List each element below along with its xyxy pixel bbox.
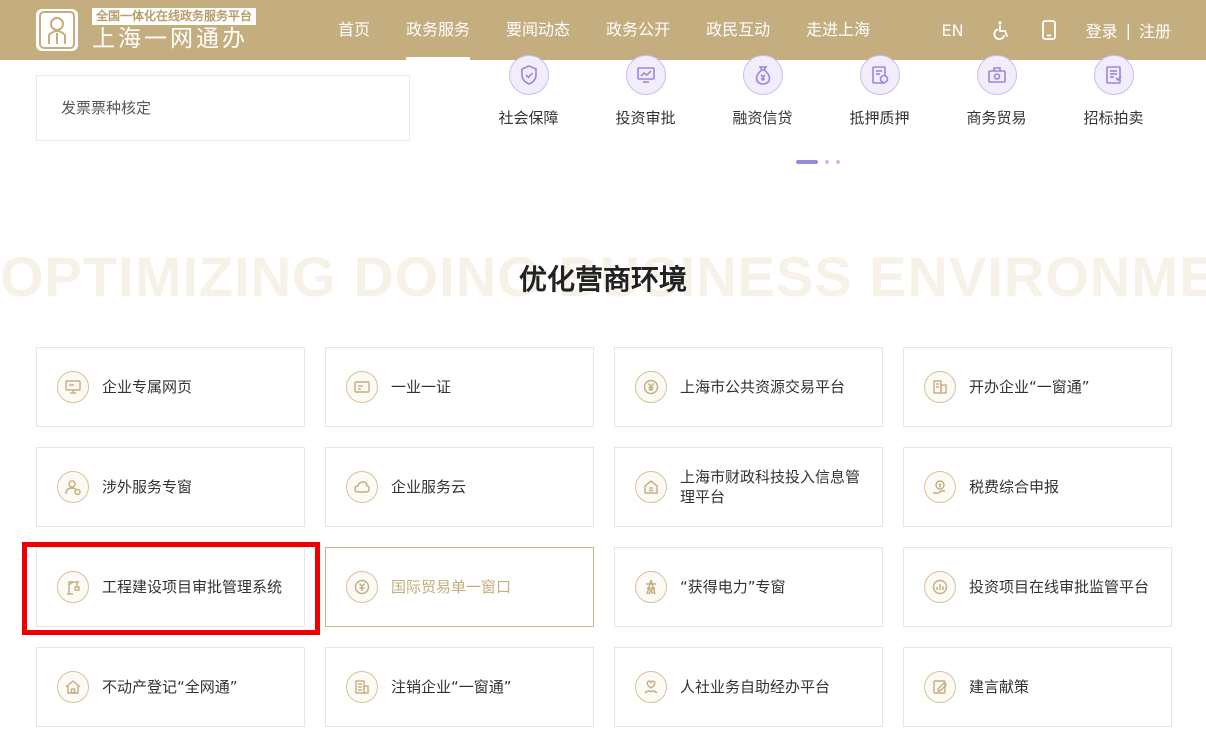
service-label: 开办企业“一窗通”: [969, 378, 1090, 396]
service-card-real-estate-registration[interactable]: 不动产登记“全网通”: [36, 647, 305, 727]
house-document-icon: [635, 471, 667, 503]
service-card-business-deregistration[interactable]: 注销企业“一窗通”: [325, 647, 594, 727]
category-label: 社会保障: [498, 109, 559, 127]
service-card-finance-tech-investment[interactable]: 上海市财政科技投入信息管理平台: [614, 447, 883, 527]
carousel-dot-1[interactable]: [796, 160, 818, 164]
nav-news[interactable]: 要闻动态: [488, 0, 588, 60]
service-card-electricity-access[interactable]: “获得电力”专窗: [614, 547, 883, 627]
service-label: 税费综合申报: [969, 478, 1060, 496]
category-social-security[interactable]: 社会保障: [470, 55, 587, 128]
mobile-phone-icon[interactable]: [1038, 19, 1060, 41]
document-list-icon: [1093, 55, 1134, 95]
service-label: 人社业务自助经办平台: [680, 678, 831, 696]
nav-government-services[interactable]: 政务服务: [388, 0, 488, 60]
nav-about-shanghai[interactable]: 走进上海: [788, 0, 888, 60]
category-investment-approval[interactable]: 投资审批: [587, 55, 704, 128]
service-label: 涉外服务专窗: [102, 478, 193, 496]
service-label: 工程建设项目审批管理系统: [102, 578, 283, 596]
service-card-social-security-self-service[interactable]: 人社业务自助经办平台: [614, 647, 883, 727]
briefcase-icon: [976, 55, 1017, 95]
chart-screen-icon: [625, 55, 666, 95]
service-label: 注销企业“一窗通”: [391, 678, 512, 696]
service-label: 企业专属网页: [102, 378, 193, 396]
logo-title[interactable]: 上海一网通办: [92, 25, 248, 53]
service-label: 企业服务云: [391, 478, 467, 496]
invoice-type-link[interactable]: 发票票种核定: [36, 75, 410, 141]
register-link[interactable]: 注册: [1139, 18, 1171, 42]
bar-chart-icon: [924, 571, 956, 603]
service-card-international-trade[interactable]: 国际贸易单一窗口: [325, 547, 594, 627]
heart-hand-icon: [635, 671, 667, 703]
service-card-foreign-affairs[interactable]: 涉外服务专窗: [36, 447, 305, 527]
building-icon: [924, 371, 956, 403]
service-label: 不动产登记“全网通”: [102, 678, 238, 696]
yen-globe-icon: [346, 571, 378, 603]
category-bidding-auction[interactable]: 招标拍卖: [1055, 55, 1172, 128]
office-building-icon: [346, 671, 378, 703]
service-card-public-resource-trading[interactable]: 上海市公共资源交易平台: [614, 347, 883, 427]
home-icon: [57, 671, 89, 703]
carousel-dot-3[interactable]: [836, 160, 840, 164]
service-card-enterprise-cloud[interactable]: 企业服务云: [325, 447, 594, 527]
category-label: 商务贸易: [966, 109, 1027, 127]
service-card-business-startup[interactable]: 开办企业“一窗通”: [903, 347, 1172, 427]
service-label: 建言献策: [969, 678, 1030, 696]
main-nav: 首页 政务服务 要闻动态 政务公开 政民互动 走进上海: [320, 0, 888, 60]
category-label: 投资审批: [615, 109, 676, 127]
service-card-tax-declaration[interactable]: 税费综合申报: [903, 447, 1172, 527]
category-business-trade[interactable]: 商务贸易: [938, 55, 1055, 128]
category-label: 招标拍卖: [1083, 109, 1144, 127]
edit-note-icon: [924, 671, 956, 703]
power-tower-icon: [635, 571, 667, 603]
cloud-icon: [346, 471, 378, 503]
login-link[interactable]: 登录: [1086, 18, 1118, 42]
service-label: 一业一证: [391, 378, 452, 396]
nav-interaction[interactable]: 政民互动: [688, 0, 788, 60]
money-bag-icon: [742, 55, 783, 95]
top-header: 全国一体化在线政务服务平台 上海一网通办 首页 政务服务 要闻动态 政务公开 政…: [0, 0, 1206, 60]
header-tools: EN 登录 | 注册: [942, 0, 1171, 60]
service-card-investment-project-supervision[interactable]: 投资项目在线审批监管平台: [903, 547, 1172, 627]
shield-icon: [508, 55, 549, 95]
service-label: 投资项目在线审批监管平台: [969, 578, 1150, 596]
hand-coin-icon: [924, 471, 956, 503]
category-label: 融资信贷: [732, 109, 793, 127]
crane-icon: [57, 571, 89, 603]
accessibility-icon[interactable]: [990, 19, 1012, 41]
login-separator: |: [1125, 20, 1131, 40]
nav-gov-disclosure[interactable]: 政务公开: [588, 0, 688, 60]
carousel-dot-2[interactable]: [825, 160, 829, 164]
logo-emblem-icon[interactable]: [36, 9, 78, 51]
category-financing-credit[interactable]: 融资信贷: [704, 55, 821, 128]
section-title: 优化营商环境: [518, 263, 687, 296]
logo-subtitle: 全国一体化在线政务服务平台: [92, 8, 257, 25]
service-card-enterprise-page[interactable]: 企业专属网页: [36, 347, 305, 427]
service-card-one-industry-one-license[interactable]: 一业一证: [325, 347, 594, 427]
category-label: 抵押质押: [849, 109, 910, 127]
service-label: “获得电力”专窗: [680, 578, 786, 596]
document-stamp-icon: [859, 55, 900, 95]
service-label: 国际贸易单一窗口: [391, 578, 512, 596]
category-carousel: 社会保障 投资审批 融资信贷 抵押质押 商务贸易 招标拍卖: [470, 55, 1170, 135]
service-card-construction-approval[interactable]: 工程建设项目审批管理系统: [36, 547, 305, 627]
monitor-icon: [57, 371, 89, 403]
person-globe-icon: [57, 471, 89, 503]
service-label: 上海市财政科技投入信息管理平台: [680, 468, 861, 506]
service-card-suggestions[interactable]: 建言献策: [903, 647, 1172, 727]
license-card-icon: [346, 371, 378, 403]
yen-coin-icon: [635, 371, 667, 403]
category-mortgage-pledge[interactable]: 抵押质押: [821, 55, 938, 128]
carousel-pagination: [796, 160, 847, 164]
language-switch[interactable]: EN: [942, 21, 964, 40]
service-label: 上海市公共资源交易平台: [680, 378, 846, 396]
nav-home[interactable]: 首页: [320, 0, 388, 60]
